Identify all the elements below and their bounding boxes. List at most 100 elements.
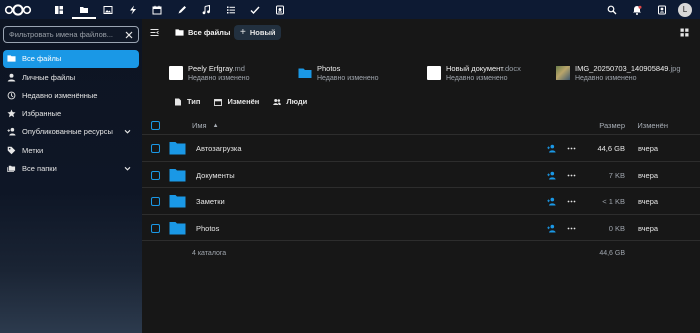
menu-toggle-icon[interactable] (150, 28, 159, 37)
app-passwords[interactable] (268, 0, 293, 19)
nextcloud-logo[interactable] (4, 4, 32, 16)
table-header: Имя ▲ Размер Изменён (142, 115, 700, 135)
app-menu (47, 0, 292, 19)
column-modified[interactable]: Изменён (637, 121, 668, 130)
document-icon (427, 66, 441, 80)
share-icon[interactable] (547, 224, 556, 233)
table-row[interactable]: Заметки < 1 KB вчера (142, 188, 700, 215)
app-files[interactable] (72, 0, 97, 19)
folder-icon (169, 168, 186, 181)
app-music[interactable] (194, 0, 219, 19)
app-calendar[interactable] (145, 0, 170, 19)
row-checkbox[interactable] (151, 223, 160, 233)
nav-item-favorites[interactable]: Избранные (3, 105, 139, 123)
nav-item-label: Недавно изменённые (22, 90, 98, 100)
contacts-button[interactable] (649, 0, 674, 19)
summary-count: 4 каталога (192, 250, 227, 257)
dashboard-icon (55, 5, 64, 14)
chevron-down-icon[interactable] (124, 165, 131, 172)
app-photos[interactable] (96, 0, 121, 19)
filter-label: Тип (187, 97, 201, 106)
app-tasks[interactable] (219, 0, 244, 19)
check-icon (250, 6, 260, 14)
activity-icon (129, 5, 136, 14)
row-checkbox[interactable] (151, 197, 160, 206)
sort-ascending-icon: ▲ (212, 122, 219, 129)
app-check[interactable] (243, 0, 268, 19)
recent-file-card[interactable]: Photos Недавно изменено (298, 61, 379, 85)
nav-item-personal-files[interactable]: Личные файлы (3, 68, 139, 86)
files-table: Имя ▲ Размер Изменён Автозагрузка 44,6 G… (142, 115, 700, 267)
share-icon[interactable] (547, 197, 556, 206)
filter-people[interactable]: Люди (273, 97, 307, 106)
filter-input[interactable] (9, 30, 125, 39)
nav-item-label: Метки (22, 145, 44, 155)
breadcrumb[interactable]: Все файлы (175, 28, 230, 37)
nav-item-label: Личные файлы (22, 72, 76, 82)
account-icon (7, 73, 16, 82)
people-icon (273, 98, 282, 105)
nav-item-recent[interactable]: Недавно изменённые (3, 87, 139, 105)
app-notes[interactable] (170, 0, 195, 19)
file-filters: Тип Изменён Люди (174, 97, 321, 106)
more-actions-icon[interactable] (567, 144, 576, 153)
column-name: Имя (192, 121, 207, 130)
file-name[interactable]: Заметки (196, 197, 225, 206)
recent-file-card[interactable]: Новый документ.docx Недавно изменено (427, 61, 521, 85)
file-modified: вчера (638, 144, 659, 153)
table-row[interactable]: Документы 7 KB вчера (142, 162, 700, 188)
filter-modified[interactable]: Изменён (214, 97, 259, 106)
recent-file-ext: .jpg (668, 64, 681, 73)
clear-filter-icon[interactable] (125, 31, 133, 39)
more-actions-icon[interactable] (567, 171, 576, 180)
chevron-down-icon[interactable] (124, 128, 131, 135)
file-name[interactable]: Автозагрузка (196, 144, 242, 153)
filter-type[interactable]: Тип (174, 97, 200, 106)
new-button[interactable]: + Новый (234, 25, 282, 40)
nav-item-shared[interactable]: Опубликованные ресурсы (3, 123, 139, 141)
breadcrumb-label: Все файлы (188, 28, 231, 37)
row-checkbox[interactable] (151, 144, 160, 153)
passwords-icon (275, 5, 284, 14)
recent-file-sub: Недавно изменено (446, 75, 508, 82)
document-icon (169, 66, 183, 80)
select-all-checkbox[interactable] (151, 121, 160, 130)
recent-file-name: Photos (317, 64, 341, 73)
file-name[interactable]: Документы (196, 171, 235, 180)
folder-icon (7, 55, 16, 62)
sort-by-name[interactable]: Имя ▲ (192, 121, 219, 130)
image-thumbnail (556, 66, 570, 80)
folder-icon (169, 142, 186, 155)
recent-file-card[interactable]: IMG_20250703_140905849.jpg Недавно измен… (556, 61, 681, 85)
nav-item-tags[interactable]: Метки (3, 141, 139, 159)
app-navigation: Все файлы Личные файлы Недавно изменённы… (0, 19, 142, 333)
share-icon[interactable] (547, 144, 556, 153)
table-row[interactable]: Автозагрузка 44,6 GB вчера (142, 135, 700, 162)
app-activity[interactable] (121, 0, 146, 19)
contacts-icon (657, 5, 666, 14)
grid-view-icon[interactable] (680, 28, 689, 37)
row-checkbox[interactable] (151, 170, 160, 180)
recent-file-name: Peely Erfgray (188, 64, 233, 73)
share-icon[interactable] (547, 171, 556, 180)
app-dashboard[interactable] (47, 0, 72, 19)
search-button[interactable] (599, 0, 624, 19)
more-actions-icon[interactable] (567, 224, 576, 233)
table-row[interactable]: Photos 0 KB вчера (142, 215, 700, 241)
column-size[interactable]: Размер (599, 121, 625, 130)
recent-file-sub: Недавно изменено (188, 75, 250, 82)
file-name[interactable]: Photos (196, 224, 219, 233)
table-summary: 4 каталога 44,6 GB (142, 241, 700, 267)
notifications-button[interactable] (624, 0, 649, 19)
recent-files: Peely Erfgray.md Недавно изменено Photos… (169, 61, 700, 85)
recent-file-name: Новый документ (446, 64, 503, 73)
recent-file-ext: .docx (502, 64, 521, 73)
history-icon (7, 91, 16, 100)
nav-item-all-folders[interactable]: Все папки (3, 160, 139, 178)
nav-item-label: Все файлы (22, 54, 62, 64)
nav-item-all-files[interactable]: Все файлы (3, 50, 139, 68)
user-avatar[interactable]: L (678, 2, 692, 17)
folder-icon (298, 68, 312, 78)
recent-file-card[interactable]: Peely Erfgray.md Недавно изменено (169, 61, 250, 85)
more-actions-icon[interactable] (567, 197, 576, 206)
